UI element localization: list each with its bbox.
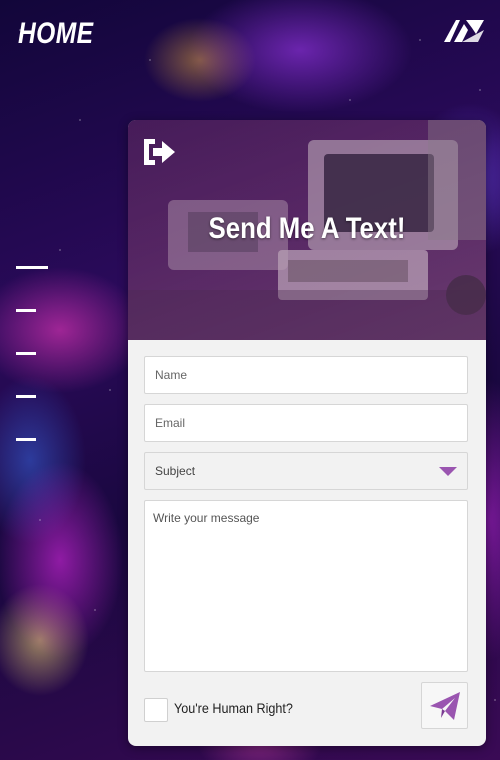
contact-card: Send Me A Text! Subject You're Human Rig… [128,120,486,746]
email-input[interactable] [144,404,468,442]
chevron-down-icon [439,467,457,476]
contact-form: Subject You're Human Right? [128,340,486,742]
human-checkbox-label: You're Human Right? [174,700,293,716]
card-title: Send Me A Text! [208,212,406,245]
menu-line-5[interactable] [16,438,36,441]
side-menu [16,266,48,481]
menu-line-3[interactable] [16,352,36,355]
message-textarea[interactable] [144,500,468,672]
subject-select[interactable]: Subject [144,452,468,490]
paper-plane-icon [429,691,460,720]
subject-select-value[interactable]: Subject [144,452,468,490]
menu-line-1[interactable] [16,266,48,269]
page-title: HOME [18,17,94,50]
menu-line-2[interactable] [16,309,36,312]
menu-line-4[interactable] [16,395,36,398]
human-checkbox[interactable] [144,698,168,722]
brand-logo-icon[interactable] [442,16,486,44]
name-input[interactable] [144,356,468,394]
sign-out-icon[interactable] [140,136,178,168]
card-header: Send Me A Text! [128,120,486,340]
form-footer: You're Human Right? [144,682,469,742]
send-button[interactable] [421,682,468,729]
